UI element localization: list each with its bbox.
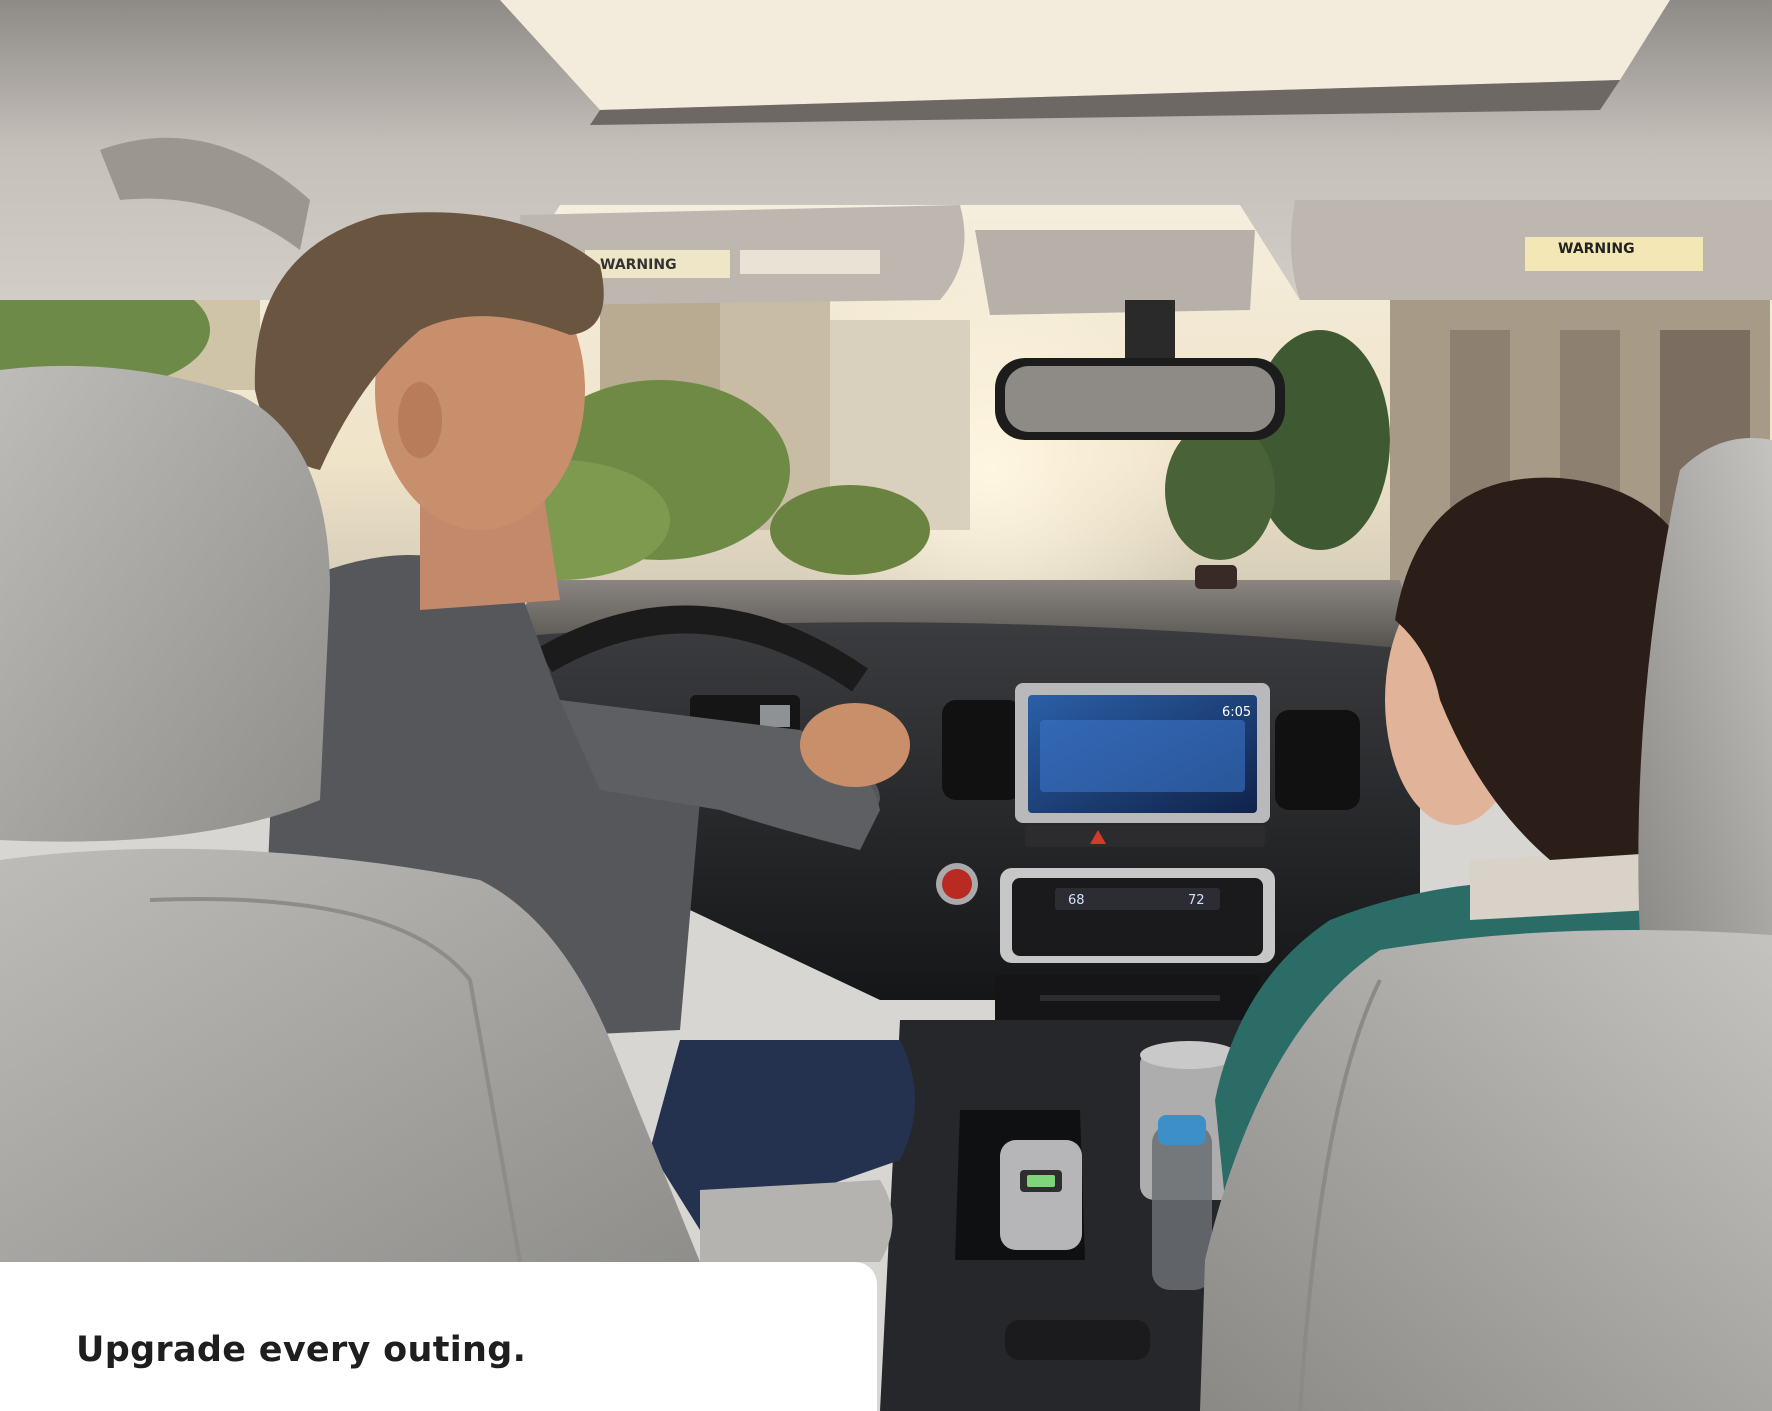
engine-start-button <box>942 869 972 899</box>
vent-right <box>1275 710 1360 810</box>
caption-text: Upgrade every outing. <box>76 1330 527 1370</box>
screen-clock: 6:05 <box>1222 705 1251 720</box>
armrest <box>700 1180 893 1262</box>
water-bottle <box>1152 1125 1212 1290</box>
climate-right-temp: 72 <box>1188 893 1205 908</box>
visor-warning-label-right: WARNING <box>1558 241 1635 257</box>
gear-selector <box>1000 1140 1082 1250</box>
passenger-collar <box>1470 850 1650 920</box>
overhead-console <box>975 230 1255 315</box>
visor-warning-label-left: WARNING <box>600 257 677 273</box>
vent-left <box>942 700 1022 800</box>
sun-visor-right: WARNING <box>1291 200 1772 300</box>
driver-headrest <box>0 365 330 842</box>
climate-left-temp: 68 <box>1068 893 1085 908</box>
car-interior-scene: WARNING WARNING 6:05 68 72 <box>0 0 1772 1411</box>
